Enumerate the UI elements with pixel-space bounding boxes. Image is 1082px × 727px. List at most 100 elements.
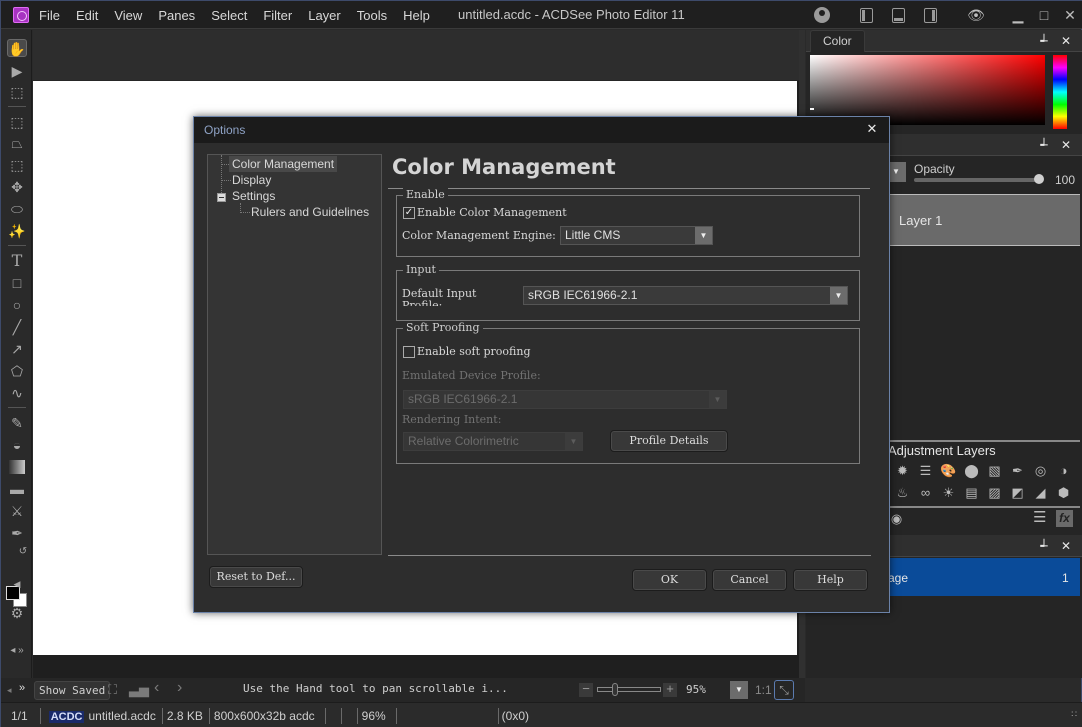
tree-item-settings[interactable]: Settings (229, 188, 278, 204)
contrast-icon[interactable]: ◑ (1055, 462, 1072, 479)
blend-icon[interactable]: ◎ (1032, 462, 1049, 479)
fit-to-window-icon[interactable]: ⤡ (774, 680, 794, 700)
clone-icon[interactable]: ⚔ (7, 502, 27, 520)
histogram-icon[interactable]: ▃▅ (129, 682, 149, 698)
zoom-slider[interactable] (597, 687, 661, 692)
engine-combobox[interactable]: Little CMS ▼ (560, 226, 713, 245)
warp-icon[interactable]: ✥ (7, 178, 27, 196)
menu-view[interactable]: View (106, 8, 150, 23)
chevron-down-icon[interactable]: ▼ (695, 227, 712, 244)
histogram-adjust-icon[interactable]: ◢ (1032, 484, 1049, 501)
cancel-button[interactable]: Cancel (712, 569, 787, 591)
zoom-value[interactable]: 95% (686, 683, 706, 696)
arrow-icon[interactable]: ↗ (7, 340, 27, 358)
color-panel-tab[interactable]: Color (810, 30, 865, 52)
marquee-select-icon[interactable]: ⬚ (7, 83, 27, 101)
opacity-slider-thumb[interactable] (1034, 174, 1044, 184)
close-panel-icon[interactable]: ✕ (1059, 33, 1073, 49)
close-panel-icon[interactable]: ✕ (1059, 137, 1073, 153)
magic-wand-icon[interactable]: ✨ (7, 222, 27, 240)
double-chevron-icon[interactable]: » (19, 682, 25, 694)
tree-collapse-icon[interactable] (217, 193, 226, 202)
previous-icon[interactable]: ‹ (154, 679, 159, 697)
rectangle-icon[interactable]: □ (7, 274, 27, 292)
expand-arrow-icon[interactable]: ◂ (7, 685, 12, 696)
chevron-down-icon[interactable]: ▼ (565, 433, 582, 450)
layer-name[interactable]: Layer 1 (899, 213, 942, 228)
swap-colors-icon[interactable]: ↺ (17, 543, 29, 561)
pin-icon[interactable]: ┵ (1037, 33, 1051, 49)
channel-mixer-icon[interactable]: ⬤ (963, 462, 980, 479)
minimize-icon[interactable]: ▁ (1005, 1, 1031, 29)
lasso-icon[interactable]: ⬭ (7, 200, 27, 218)
page-label[interactable]: age (888, 571, 908, 585)
transform-icon[interactable]: ⬚ (7, 156, 27, 174)
zoom-slider-thumb[interactable] (612, 683, 619, 696)
zoom-out-button[interactable]: − (579, 682, 593, 697)
profile-details-button[interactable]: Profile Details (610, 430, 728, 452)
menu-filter[interactable]: Filter (255, 8, 300, 23)
pin-icon[interactable]: ┵ (1037, 538, 1051, 554)
color-picker-marker[interactable] (810, 108, 814, 110)
expand-left-icon[interactable]: ◀ (7, 575, 27, 593)
opacity-value[interactable]: 100 (1055, 173, 1075, 187)
default-input-profile-combobox[interactable]: sRGB IEC61966-2.1 ▼ (523, 286, 848, 305)
resize-grip-icon[interactable]: ∷ (1071, 709, 1077, 720)
eyedropper-icon[interactable]: ✒ (7, 524, 27, 542)
enable-soft-proofing-checkbox[interactable] (403, 346, 415, 358)
close-panel-icon[interactable]: ✕ (1059, 538, 1073, 554)
tone-icon[interactable]: ◩ (1009, 484, 1026, 501)
fx-icon[interactable]: fx (1056, 510, 1073, 527)
gradient-icon[interactable] (9, 460, 25, 474)
collapse-icon[interactable]: ◂ » (7, 642, 27, 660)
enable-soft-proofing-label[interactable]: Enable soft proofing (417, 345, 531, 358)
polygon-lasso-icon[interactable]: ⏢ (7, 134, 27, 152)
menu-help[interactable]: Help (395, 8, 438, 23)
menu-layer[interactable]: Layer (300, 8, 349, 23)
curves-icon[interactable]: ▧ (986, 462, 1003, 479)
move-tool-icon[interactable]: ▶ (7, 62, 27, 80)
enable-color-management-checkbox[interactable]: ✓ (403, 207, 415, 219)
tree-item-rulers-guidelines[interactable]: Rulers and Guidelines (248, 204, 372, 220)
rendering-intent-combobox[interactable]: Relative Colorimetric ▼ (403, 432, 583, 451)
zoom-dropdown-icon[interactable]: ▼ (730, 681, 748, 699)
gradient-map-icon[interactable]: ▤ (963, 484, 980, 501)
menu-panes[interactable]: Panes (150, 8, 203, 23)
menu-file[interactable]: File (31, 8, 68, 23)
zoom-in-button[interactable]: + (663, 682, 677, 697)
brush-icon[interactable]: ✎ (7, 414, 27, 432)
line-icon[interactable]: ╱ (7, 318, 27, 336)
dropper-icon[interactable]: ✒ (1009, 462, 1026, 479)
fullscreen-icon[interactable]: ⛶ (108, 682, 117, 698)
polygon-icon[interactable]: ⬠ (7, 362, 27, 380)
mask-icon[interactable]: ◉ (888, 510, 905, 527)
bucket-fill-icon[interactable]: ◒ (7, 436, 27, 454)
enable-color-management-label[interactable]: Enable Color Management (417, 206, 567, 219)
splash-icon[interactable]: ♨ (894, 484, 911, 501)
layout-left-icon[interactable] (853, 1, 879, 29)
visibility-icon[interactable]: 👁 (963, 1, 989, 29)
exposure-icon[interactable]: ✹ (894, 462, 911, 479)
menu-select[interactable]: Select (203, 8, 255, 23)
photo-icon[interactable]: ▨ (986, 484, 1003, 501)
actual-size-button[interactable]: 1:1 (755, 683, 772, 697)
menu-lines-icon[interactable]: ☰ (1033, 510, 1049, 526)
color-picker-field[interactable] (810, 55, 1045, 125)
dialog-close-icon[interactable]: ✕ (865, 122, 879, 136)
quick-select-icon[interactable]: ⬚ (7, 113, 27, 131)
sunset-icon[interactable]: ☀ (940, 484, 957, 501)
eraser-icon[interactable]: ▬ (7, 480, 27, 498)
ok-button[interactable]: OK (632, 569, 707, 591)
tree-item-color-management[interactable]: Color Management (229, 156, 338, 172)
color-balance-icon[interactable]: 🎨 (940, 462, 957, 479)
menu-tools[interactable]: Tools (349, 8, 395, 23)
chevron-down-icon[interactable]: ▼ (709, 391, 726, 408)
close-window-icon[interactable]: ✕ (1057, 1, 1082, 29)
reset-to-defaults-button[interactable]: Reset to Def... (209, 566, 303, 588)
text-tool-icon[interactable]: T (7, 252, 27, 270)
settings-gear-icon[interactable]: ⚙ (7, 604, 27, 622)
user-account-icon[interactable] (809, 1, 835, 29)
opacity-slider[interactable] (914, 178, 1040, 182)
help-button[interactable]: Help (793, 569, 868, 591)
layout-bottom-icon[interactable] (885, 1, 911, 29)
